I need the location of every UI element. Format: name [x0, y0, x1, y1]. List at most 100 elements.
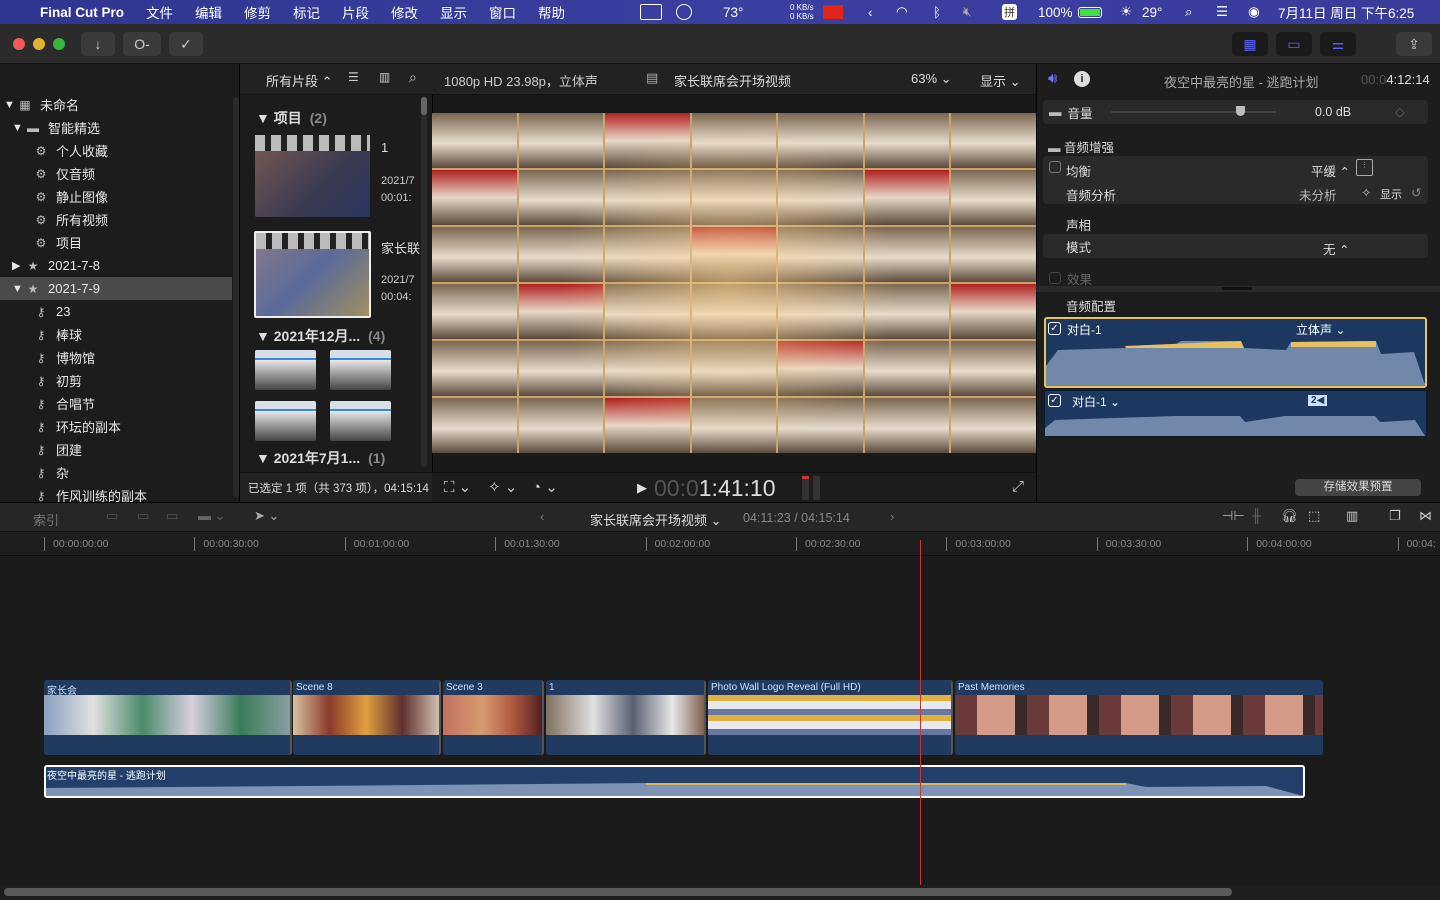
- snapping-icon[interactable]: ⬚: [1308, 508, 1320, 524]
- close-window-button[interactable]: [13, 38, 25, 50]
- weather-temp[interactable]: 29°: [1142, 0, 1162, 24]
- library-item[interactable]: ▶ ★ 2021-7-8: [0, 254, 232, 277]
- audio-skimming-icon[interactable]: ╫: [1252, 508, 1261, 523]
- transform-icon[interactable]: ⛶ ⌄: [444, 478, 471, 496]
- save-effects-preset-button[interactable]: 存储效果预置: [1295, 479, 1421, 496]
- equalization-checkbox[interactable]: [1043, 161, 1067, 176]
- library-item[interactable]: ▼ ▦ 未命名: [0, 93, 232, 116]
- clock[interactable]: 7月11日 周日 下午6:25: [1278, 0, 1414, 24]
- headphones-icon[interactable]: 🎧︎: [1281, 508, 1298, 524]
- siri-icon[interactable]: ◉: [1248, 0, 1260, 24]
- menu-mark[interactable]: 标记: [293, 2, 320, 22]
- import-button[interactable]: ↓: [81, 32, 115, 56]
- overwrite-clip-icon[interactable]: ▬ ⌄: [198, 508, 226, 524]
- library-item[interactable]: ▼ ★ 2021-7-9: [0, 277, 232, 300]
- zoom-window-button[interactable]: [53, 38, 65, 50]
- equalization-dropdown[interactable]: 平缓 ⌃: [1311, 161, 1350, 180]
- minimize-window-button[interactable]: [33, 38, 45, 50]
- mute-icon[interactable]: 🔇︎: [963, 0, 972, 24]
- disclosure-triangle-icon[interactable]: ▼: [12, 283, 24, 295]
- menu-file[interactable]: 文件: [146, 2, 173, 22]
- connect-clip-icon[interactable]: ▭: [106, 508, 118, 524]
- channel-checkbox[interactable]: ✓: [1048, 322, 1061, 335]
- battery-percent[interactable]: 100%: [1038, 0, 1073, 24]
- inspector-toggle-button[interactable]: ⚌: [1320, 32, 1356, 56]
- library-item[interactable]: ⚷ 23: [0, 300, 232, 323]
- reset-icon[interactable]: ↺: [1411, 185, 1421, 200]
- show-analysis-button[interactable]: 显示: [1380, 186, 1402, 202]
- clip-appearance-icon[interactable]: ▥: [1346, 508, 1358, 524]
- project-thumbnail-selected[interactable]: [254, 231, 371, 318]
- browser-toggle-button[interactable]: ▦: [1232, 32, 1268, 56]
- timeline-clip[interactable]: Scene 3: [443, 680, 544, 755]
- info-inspector-tab[interactable]: i: [1074, 71, 1090, 87]
- enhance-wand-icon[interactable]: ✧ ⌄: [488, 478, 517, 496]
- section-jul-2021[interactable]: ▼ 2021年7月1... (1): [256, 448, 385, 468]
- project-thumbnail[interactable]: [255, 135, 370, 217]
- library-item[interactable]: ⚷ 团建: [0, 438, 232, 461]
- eq-graph-button[interactable]: ⫶: [1356, 159, 1373, 176]
- append-clip-icon[interactable]: ▭: [166, 508, 178, 524]
- timecode-display[interactable]: 00:01:41:10: [654, 475, 776, 502]
- battery-icon[interactable]: [1078, 0, 1102, 24]
- clip-thumbnail[interactable]: [255, 350, 316, 390]
- audio-clip[interactable]: 夜空中最亮的星 - 逃跑计划: [44, 765, 1305, 798]
- network-speed[interactable]: 0 KB/s 0 KB/s: [790, 0, 814, 24]
- select-tool-icon[interactable]: ➤ ⌄: [254, 508, 279, 524]
- filmstrip-icon[interactable]: ▥: [379, 70, 390, 84]
- timeline-clip[interactable]: Scene 8: [293, 680, 441, 755]
- temperature[interactable]: 73°: [723, 0, 743, 24]
- transitions-browser-icon[interactable]: ⋈: [1419, 508, 1432, 524]
- timeline-clip[interactable]: 家长会: [44, 680, 292, 755]
- panel-divider[interactable]: [1036, 286, 1440, 292]
- audio-channel-2[interactable]: ✓ 对白-1 ⌄ 2◀: [1044, 390, 1427, 437]
- menu-trim[interactable]: 修剪: [244, 2, 271, 22]
- section-projects[interactable]: ▼ 项目 (2): [256, 108, 327, 128]
- section-dec-2021[interactable]: ▼ 2021年12月... (4): [256, 326, 385, 346]
- audio-channel-1[interactable]: ✓ 对白-1 立体声 ⌄: [1044, 317, 1427, 388]
- library-item[interactable]: ⚷ 合唱节: [0, 392, 232, 415]
- flag-icon[interactable]: [823, 0, 843, 24]
- view-options-dropdown[interactable]: 显示 ⌄: [980, 71, 1021, 90]
- channel-format-dropdown[interactable]: 立体声 ⌄: [1296, 321, 1345, 338]
- timeline-back-button[interactable]: ‹: [540, 509, 544, 524]
- magic-wand-icon[interactable]: ✧: [1361, 185, 1371, 200]
- timeline-clip[interactable]: 1: [546, 680, 706, 755]
- timeline-project-dropdown[interactable]: 家长联席会开场视频 ⌄: [590, 510, 722, 529]
- cpu-monitor-icon[interactable]: [640, 0, 692, 24]
- menu-window[interactable]: 窗口: [489, 2, 516, 22]
- disclosure-triangle-icon[interactable]: ▼: [12, 122, 24, 134]
- fullscreen-icon[interactable]: ⤢: [1012, 478, 1024, 495]
- disclosure-triangle-icon[interactable]: ▼: [4, 99, 16, 111]
- volume-slider[interactable]: [1111, 106, 1276, 116]
- audio-enhancements-header[interactable]: ▬ 音频增强: [1048, 137, 1114, 156]
- menu-clip[interactable]: 片段: [342, 2, 369, 22]
- library-item[interactable]: ⚷ 初剪: [0, 369, 232, 392]
- menu-help[interactable]: 帮助: [538, 2, 565, 22]
- library-item[interactable]: ⚷ 棒球: [0, 323, 232, 346]
- chevron-left-icon[interactable]: ‹: [868, 0, 873, 24]
- effects-checkbox[interactable]: [1049, 272, 1061, 284]
- audio-inspector-tab[interactable]: 🔊︎: [1048, 70, 1057, 87]
- weather-icon[interactable]: ☀: [1120, 0, 1132, 24]
- library-item[interactable]: ⚙ 仅音频: [0, 162, 232, 185]
- library-item[interactable]: ⚷ 博物馆: [0, 346, 232, 369]
- input-method-icon[interactable]: 拼: [1002, 0, 1017, 24]
- timeline-toggle-button[interactable]: ▭: [1276, 32, 1312, 56]
- insert-clip-icon[interactable]: ▭: [137, 508, 149, 524]
- pan-mode-dropdown[interactable]: 无 ⌃: [1323, 239, 1349, 258]
- timeline-scrollbar[interactable]: [4, 888, 1232, 896]
- library-item[interactable]: ⚙ 所有视频: [0, 208, 232, 231]
- clip-thumbnail[interactable]: [330, 401, 391, 441]
- collapse-icon[interactable]: ▬: [1049, 105, 1062, 119]
- zoom-dropdown[interactable]: 63% ⌄: [911, 71, 952, 87]
- library-item[interactable]: ⚙ 个人收藏: [0, 139, 232, 162]
- keyframe-icon[interactable]: ◇: [1395, 104, 1405, 119]
- wifi-icon[interactable]: ◠: [896, 0, 908, 24]
- library-item[interactable]: ⚙ 静止图像: [0, 185, 232, 208]
- bluetooth-icon[interactable]: ᛒ: [933, 0, 941, 24]
- timeline-index-button[interactable]: 索引: [33, 510, 59, 529]
- background-tasks-button[interactable]: ✓: [169, 32, 203, 56]
- retime-icon[interactable]: ◔ ⌄: [532, 478, 558, 496]
- clip-thumbnail[interactable]: [330, 350, 391, 390]
